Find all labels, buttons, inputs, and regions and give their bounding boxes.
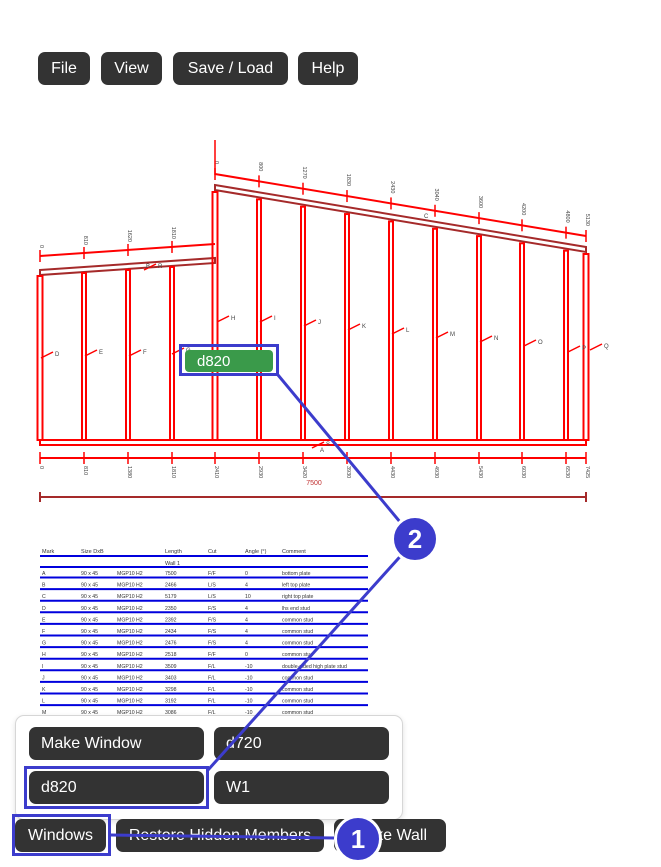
table-cell: 90 x 45 (81, 652, 98, 658)
table-cell: F/L (208, 699, 216, 705)
table-cell: MGP10 H2 (117, 652, 143, 658)
table-cell: L (42, 699, 45, 705)
table-cell: A (42, 571, 46, 577)
table-cell: MGP10 H2 (117, 664, 143, 670)
table-cell: 4 (245, 641, 248, 647)
table-cell: MGP10 H2 (117, 606, 143, 612)
highlight-d820-button (24, 766, 209, 809)
table-cell: F (42, 629, 45, 635)
table-cell: F/L (208, 687, 216, 693)
table-header: Angle (°) (245, 549, 267, 555)
table-cell: L/S (208, 594, 216, 600)
table-cell: 2434 (165, 629, 177, 635)
table-cell: -10 (245, 699, 253, 705)
table-cell: -10 (245, 687, 253, 693)
table-cell: left top plate (282, 583, 310, 589)
table-header: Mark (42, 549, 54, 555)
table-cell: 2350 (165, 606, 177, 612)
table-cell: L/S (208, 583, 216, 589)
table-cell: common stud (282, 699, 313, 705)
table-cell: 90 x 45 (81, 629, 98, 635)
table-cell: MGP10 H2 (117, 583, 143, 589)
table-cell: F/L (208, 675, 216, 681)
table-cell: 90 x 45 (81, 583, 98, 589)
table-cell: MGP10 H2 (117, 687, 143, 693)
table-cell: common stud (282, 687, 313, 693)
table-cell: B (42, 583, 46, 589)
table-cell: 4 (245, 583, 248, 589)
table-cell: 2466 (165, 583, 177, 589)
table-cell: common stud (282, 675, 313, 681)
table-cell: -10 (245, 675, 253, 681)
table-cell: 5179 (165, 594, 177, 600)
table-cell: 90 x 45 (81, 687, 98, 693)
table-cell: H (42, 652, 46, 658)
table-cell: 0 (245, 571, 248, 577)
table-cell: MGP10 H2 (117, 699, 143, 705)
table-cell: lhs end stud (282, 606, 310, 612)
table-cell: E (42, 617, 46, 623)
step-badge-1: 1 (334, 815, 382, 863)
table-cell: 3192 (165, 699, 177, 705)
window-d720-button[interactable]: d720 (214, 727, 389, 760)
make-window-button[interactable]: Make Window (29, 727, 204, 760)
table-cell: 90 x 45 (81, 699, 98, 705)
table-cell: double-sided high plate stud (282, 664, 347, 670)
table-cell: MGP10 H2 (117, 675, 143, 681)
table-cell: 90 x 45 (81, 571, 98, 577)
window-w1-button[interactable]: W1 (214, 771, 389, 804)
table-cell: 90 x 45 (81, 675, 98, 681)
table-cell: 7500 (165, 571, 177, 577)
step-badge-2: 2 (391, 515, 439, 563)
highlight-drawing-tag (179, 344, 279, 376)
table-cell: G (42, 641, 46, 647)
table-cell: F/F (208, 652, 216, 658)
table-header: Size DxB (81, 549, 104, 555)
table-cell: I (42, 664, 43, 670)
table-cell: K (42, 687, 46, 693)
table-cell: 4 (245, 629, 248, 635)
table-cell: common stud (282, 617, 313, 623)
table-cell: D (42, 606, 46, 612)
table-cell: common stud (282, 629, 313, 635)
restore-hidden-members-button[interactable]: Restore Hidden Members (116, 819, 324, 852)
table-cell: 90 x 45 (81, 606, 98, 612)
table-header: Cut (208, 549, 217, 555)
table-cell: 90 x 45 (81, 594, 98, 600)
table-cell: F/S (208, 629, 217, 635)
table-cell: 10 (245, 594, 251, 600)
table-header: Length (165, 549, 182, 555)
table-cell: common stud (282, 652, 313, 658)
table-cell: 90 x 45 (81, 664, 98, 670)
table-cell: 90 x 45 (81, 641, 98, 647)
table-cell: 0 (245, 652, 248, 658)
highlight-windows-button (12, 814, 111, 856)
table-cell: F/S (208, 606, 217, 612)
table-cell: C (42, 594, 46, 600)
table-cell: F/F (208, 571, 216, 577)
table-cell: MGP10 H2 (117, 594, 143, 600)
table-cell: 3403 (165, 675, 177, 681)
table-cell: 4 (245, 606, 248, 612)
table-cell: right top plate (282, 594, 314, 600)
table-cell: 2518 (165, 652, 177, 658)
table-header: Comment (282, 549, 306, 555)
table-cell: MGP10 H2 (117, 571, 143, 577)
table-cell: MGP10 H2 (117, 629, 143, 635)
table-cell: MGP10 H2 (117, 641, 143, 647)
table-cell: MGP10 H2 (117, 617, 143, 623)
table-cell: F/S (208, 641, 217, 647)
table-cell: -10 (245, 664, 253, 670)
table-cell: 90 x 45 (81, 617, 98, 623)
table-cell: J (42, 675, 45, 681)
table-cell: 2476 (165, 641, 177, 647)
table-cell: F/S (208, 617, 217, 623)
table-cell: 3509 (165, 664, 177, 670)
table-cell: 3298 (165, 687, 177, 693)
table-cell: F/L (208, 664, 216, 670)
table-cell: 2392 (165, 617, 177, 623)
table-cell: 4 (245, 617, 248, 623)
table-cell: bottom plate (282, 571, 311, 577)
table-cell: common stud (282, 641, 313, 647)
